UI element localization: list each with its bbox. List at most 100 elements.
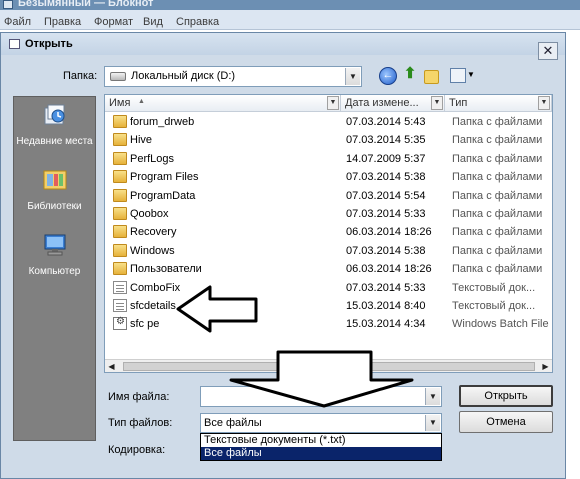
file-date: 07.03.2014 5:33 bbox=[346, 208, 426, 220]
folder-icon bbox=[113, 170, 127, 184]
place-computer[interactable]: Компьютер bbox=[14, 232, 95, 278]
file-list[interactable]: Имя ▲ ▼ Дата измене... ▼ Тип ▼ forum_drw… bbox=[104, 94, 553, 373]
filetype-select[interactable]: Все файлы ▼ bbox=[200, 413, 442, 433]
libraries-icon bbox=[43, 170, 66, 190]
file-type: Текстовый док... bbox=[452, 300, 536, 312]
chevron-down-icon[interactable]: ▼ bbox=[425, 388, 440, 405]
file-date: 07.03.2014 5:38 bbox=[346, 171, 426, 184]
back-arrow-icon[interactable]: ← bbox=[379, 67, 397, 85]
menu-file[interactable]: Файл bbox=[4, 16, 31, 28]
filetype-dropdown-list[interactable]: Текстовые документы (*.txt) Все файлы bbox=[200, 433, 442, 461]
column-header-name[interactable]: Имя ▲ ▼ bbox=[105, 95, 341, 112]
menu-edit[interactable]: Правка bbox=[44, 16, 81, 28]
table-row[interactable]: Пользователи 06.03.2014 18:26 Папка с файл… bbox=[105, 260, 552, 279]
file-type: Папка с файлами bbox=[452, 208, 543, 220]
table-row[interactable]: sfcdetails 15.03.2014 8:40 Текстовый док..… bbox=[105, 297, 552, 316]
notepad-icon bbox=[3, 0, 13, 9]
file-type: Папка с файлами bbox=[452, 189, 543, 202]
cancel-button[interactable]: Отмена bbox=[459, 411, 553, 433]
folder-icon bbox=[113, 262, 127, 276]
chevron-down-icon[interactable]: ▼ bbox=[425, 415, 440, 431]
scroll-left-arrow-icon[interactable]: ◀ bbox=[105, 360, 118, 373]
scroll-right-arrow-icon[interactable]: ▶ bbox=[539, 360, 552, 373]
text-file-icon bbox=[113, 299, 127, 312]
dialog-title-bar: Открыть bbox=[1, 33, 565, 55]
file-name: Hive bbox=[130, 134, 153, 147]
file-date: 06.03.2014 18:26 bbox=[346, 263, 432, 276]
place-libraries[interactable]: Библиотеки bbox=[14, 167, 95, 213]
recent-places-icon bbox=[44, 104, 64, 125]
view-menu-icon[interactable] bbox=[450, 68, 466, 83]
text-file-icon bbox=[113, 280, 127, 294]
file-date: 07.03.2014 5:33 bbox=[346, 281, 426, 294]
look-in-label: Папка: bbox=[63, 70, 98, 82]
file-type: Папка с файлами bbox=[452, 171, 543, 184]
column-header-date[interactable]: Дата измене... ▼ bbox=[341, 95, 445, 112]
table-row[interactable]: Hive 07.03.2014 5:35 Папка с файлами bbox=[105, 131, 552, 150]
up-folder-icon[interactable]: ⬆ bbox=[401, 66, 419, 84]
notepad-title: Безымянный — Блокнот bbox=[18, 0, 154, 9]
encoding-label: Кодировка: bbox=[108, 444, 166, 456]
table-row[interactable]: ComboFix 07.03.2014 5:33 Текстовый док... bbox=[105, 279, 552, 298]
file-date: 07.03.2014 5:54 bbox=[346, 189, 426, 202]
folder-icon bbox=[113, 207, 127, 220]
computer-icon bbox=[44, 234, 65, 256]
dialog-icon bbox=[9, 39, 20, 49]
column-split-button[interactable]: ▼ bbox=[431, 96, 443, 110]
file-name: Windows bbox=[130, 244, 175, 257]
file-date: 06.03.2014 18:26 bbox=[346, 226, 432, 239]
menu-view[interactable]: Вид bbox=[143, 16, 163, 28]
column-split-button[interactable]: ▼ bbox=[538, 96, 550, 110]
folder-icon bbox=[113, 225, 127, 239]
table-row[interactable]: Recovery 06.03.2014 18:26 Папка с файлами bbox=[105, 223, 552, 242]
folder-icon bbox=[113, 243, 127, 257]
drive-icon bbox=[110, 72, 126, 81]
filetype-label: Тип файлов: bbox=[108, 417, 173, 429]
menu-format[interactable]: Формат bbox=[94, 16, 133, 28]
filetype-option-selected[interactable]: Все файлы bbox=[201, 447, 441, 460]
horizontal-scrollbar[interactable]: ◀ ▶ bbox=[105, 359, 552, 372]
filetype-option[interactable]: Текстовые документы (*.txt) bbox=[201, 434, 441, 447]
file-name: PerfLogs bbox=[130, 152, 175, 165]
folder-icon bbox=[113, 133, 127, 147]
close-button[interactable]: ✕ bbox=[538, 42, 558, 60]
place-recent[interactable]: Недавние места bbox=[14, 102, 95, 148]
notepad-title-bar: Безымянный — Блокнот bbox=[0, 0, 580, 10]
folder-icon bbox=[113, 151, 127, 165]
file-date: 15.03.2014 4:34 bbox=[346, 318, 426, 331]
place-recent-label: Недавние места bbox=[16, 136, 93, 147]
new-folder-icon[interactable] bbox=[424, 70, 439, 84]
look-in-combo[interactable]: Локальный диск (D:) ▼ bbox=[104, 66, 362, 87]
filename-label: Имя файла: bbox=[108, 391, 170, 403]
chevron-down-icon[interactable]: ▼ bbox=[345, 68, 360, 85]
place-computer-label: Компьютер bbox=[28, 266, 81, 277]
column-split-button[interactable]: ▼ bbox=[327, 96, 339, 110]
file-date: 07.03.2014 5:38 bbox=[346, 244, 426, 257]
file-type: Папка с файлами bbox=[452, 134, 543, 147]
table-row[interactable]: Qoobox 07.03.2014 5:33 Папка с файлами bbox=[105, 205, 552, 224]
table-row[interactable]: Program Files 07.03.2014 5:38 Папка с файл… bbox=[105, 168, 552, 187]
file-name: forum_drweb bbox=[130, 116, 195, 128]
file-name: Recovery bbox=[130, 226, 177, 239]
table-row[interactable]: sfc pe 15.03.2014 4:34 Windows Batch File bbox=[105, 315, 552, 334]
file-type: Папка с файлами bbox=[452, 116, 543, 128]
column-header-type[interactable]: Тип ▼ bbox=[445, 95, 552, 112]
file-type: Папка с файлами bbox=[452, 226, 543, 239]
scroll-thumb[interactable] bbox=[123, 362, 535, 371]
view-dropdown-arrow-icon[interactable]: ▼ bbox=[467, 70, 475, 79]
file-name: ProgramData bbox=[130, 189, 196, 202]
file-name: Пользователи bbox=[130, 263, 202, 276]
table-row[interactable]: PerfLogs 14.07.2009 5:37 Папка с файлами bbox=[105, 150, 552, 169]
dialog-title: Открыть bbox=[25, 38, 73, 50]
table-row[interactable]: Windows 07.03.2014 5:38 Папка с файлами bbox=[105, 242, 552, 261]
table-row[interactable]: ProgramData 07.03.2014 5:54 Папка с файлам… bbox=[105, 187, 552, 206]
notepad-menu-bar: Файл Правка Формат Вид Справка bbox=[0, 10, 580, 30]
table-row[interactable]: forum_drweb 07.03.2014 5:43 Папка с файлам… bbox=[105, 113, 552, 132]
file-type: Windows Batch File bbox=[452, 318, 549, 331]
filename-input[interactable]: ▼ bbox=[200, 386, 442, 407]
menu-help[interactable]: Справка bbox=[176, 16, 219, 28]
file-name: Program Files bbox=[130, 171, 199, 184]
open-button[interactable]: Открыть bbox=[459, 385, 553, 407]
file-date: 07.03.2014 5:43 bbox=[346, 116, 426, 128]
file-name: sfc pe bbox=[130, 318, 160, 331]
